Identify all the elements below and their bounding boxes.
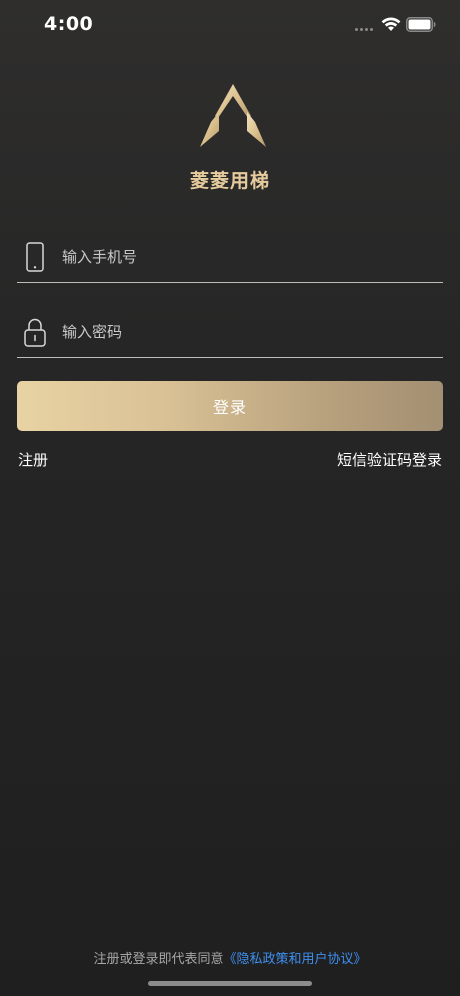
battery-icon <box>406 17 436 32</box>
agreement-text: 注册或登录即代表同意《隐私政策和用户协议》 <box>0 948 460 967</box>
phone-input[interactable] <box>62 242 422 272</box>
phone-field <box>17 232 443 283</box>
status-bar: 4:00 <box>0 0 460 52</box>
app-logo <box>200 84 266 147</box>
home-indicator <box>148 981 312 986</box>
login-button[interactable]: 登录 <box>17 381 443 431</box>
cellular-signal-icon <box>355 28 375 32</box>
status-time: 4:00 <box>44 13 94 35</box>
password-field <box>17 307 443 358</box>
register-link[interactable]: 注册 <box>18 449 48 470</box>
password-input[interactable] <box>62 317 422 347</box>
phone-icon <box>26 242 44 272</box>
lock-icon <box>24 318 46 347</box>
sms-login-link[interactable]: 短信验证码登录 <box>337 449 442 470</box>
agreement-prefix: 注册或登录即代表同意 <box>93 952 224 967</box>
app-name: 菱菱用梯 <box>189 170 270 192</box>
privacy-policy-link[interactable]: 《隐私政策和用户协议》 <box>224 952 367 967</box>
wifi-icon <box>381 17 401 31</box>
